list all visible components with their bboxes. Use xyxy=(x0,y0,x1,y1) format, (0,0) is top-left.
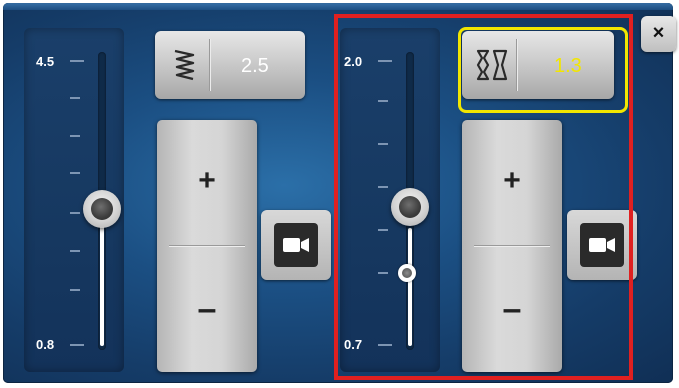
stitch-length-stepper: + – xyxy=(157,120,257,372)
slider-tick xyxy=(378,60,392,62)
slider-tick xyxy=(378,229,388,231)
stitch-length-value: 2.5 xyxy=(241,55,269,77)
slider-tick xyxy=(378,272,388,274)
stitch-length-max-label: 4.5 xyxy=(36,54,55,69)
foot-width-value-button[interactable]: 1.3 xyxy=(462,31,614,99)
top-edge xyxy=(3,3,673,10)
foot-width-increase-button[interactable]: + xyxy=(462,164,562,198)
slider-tick xyxy=(378,100,388,102)
presser-foot-width-icon xyxy=(474,45,510,90)
video-camera-icon xyxy=(274,223,318,267)
slider-tick xyxy=(70,250,80,252)
slider-tick xyxy=(70,135,80,137)
value-button-divider xyxy=(209,39,210,91)
stitch-length-slider-fill xyxy=(100,210,104,346)
video-camera-icon xyxy=(580,223,624,267)
stepper-divider xyxy=(169,245,245,246)
foot-width-value: 1.3 xyxy=(554,55,582,77)
stitch-length-video-button[interactable] xyxy=(261,210,331,280)
slider-tick xyxy=(70,172,80,174)
slider-tick xyxy=(70,97,80,99)
foot-width-video-button[interactable] xyxy=(567,210,637,280)
slider-tick xyxy=(378,143,388,145)
slider-tick xyxy=(378,344,392,346)
slider-tick xyxy=(70,289,80,291)
stitch-length-decrease-button[interactable]: – xyxy=(157,290,257,329)
foot-width-slider-fill xyxy=(408,228,412,346)
slider-tick xyxy=(70,60,84,62)
stitch-length-value-button[interactable]: 2.5 xyxy=(155,31,305,99)
foot-width-slider-knob[interactable] xyxy=(391,188,429,226)
stitch-length-slider-knob[interactable] xyxy=(83,190,121,228)
foot-width-max-label: 2.0 xyxy=(344,54,363,69)
close-icon: × xyxy=(652,22,665,44)
foot-width-min-label: 0.7 xyxy=(344,337,363,352)
value-button-divider xyxy=(516,39,517,91)
close-button[interactable]: × xyxy=(641,16,676,52)
foot-width-stepper: + – xyxy=(462,120,562,372)
slider-tick xyxy=(70,212,80,214)
foot-width-decrease-button[interactable]: – xyxy=(462,290,562,329)
stitch-length-min-label: 0.8 xyxy=(36,337,55,352)
slider-tick xyxy=(378,186,388,188)
stitch-length-icon xyxy=(171,47,199,88)
slider-tick xyxy=(70,344,84,346)
foot-width-default-marker xyxy=(398,264,416,282)
stepper-divider xyxy=(474,245,550,246)
stitch-length-increase-button[interactable]: + xyxy=(157,164,257,198)
